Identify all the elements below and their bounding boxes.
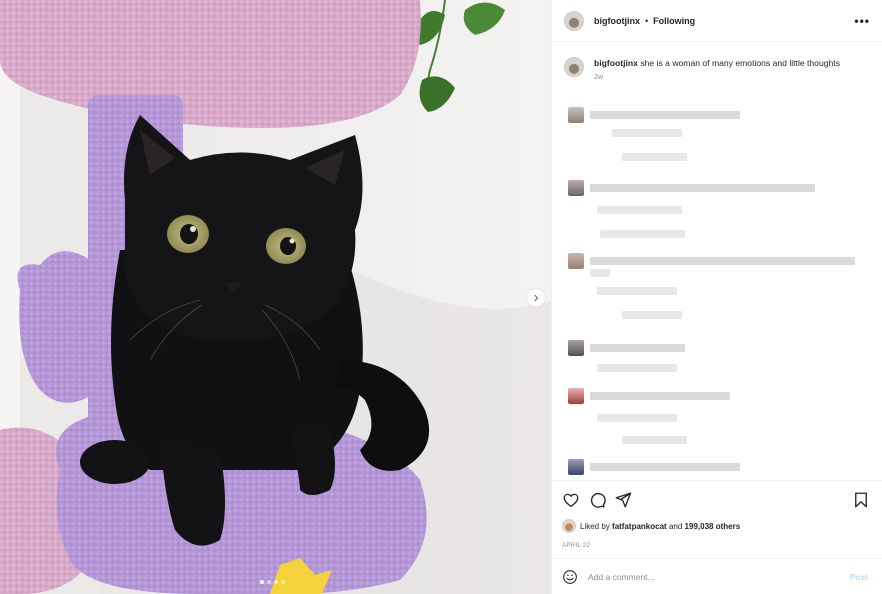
blurred-text (597, 414, 677, 422)
likes-count[interactable]: 199,038 others (685, 522, 741, 531)
blurred-text (597, 287, 677, 295)
post-media[interactable] (0, 0, 551, 594)
comment-input[interactable] (588, 571, 850, 582)
blurred-text (590, 269, 610, 277)
post-comment-button[interactable]: Post (850, 572, 868, 582)
cat-photo (0, 0, 551, 594)
like-button[interactable] (562, 491, 580, 509)
comment-button[interactable] (588, 491, 606, 509)
more-options-button[interactable]: ••• (854, 14, 870, 28)
blurred-text (590, 257, 855, 265)
comments-list[interactable]: bigfootjinx she is a woman of many emoti… (552, 43, 882, 480)
post-date[interactable]: APRIL 22 (562, 542, 872, 549)
caption-text: she is a woman of many emotions and litt… (640, 58, 840, 68)
avatar[interactable] (564, 57, 584, 77)
avatar (568, 180, 584, 196)
share-icon (615, 492, 632, 508)
bookmark-icon (855, 492, 867, 508)
blurred-text (622, 311, 682, 319)
blurred-text (590, 184, 815, 192)
blurred-text (590, 392, 730, 400)
likes-connector: and (668, 521, 683, 531)
caption-username[interactable]: bigfootjinx (594, 58, 638, 68)
username-link[interactable]: bigfootjinx (594, 16, 640, 26)
comment-icon (590, 493, 606, 508)
blurred-text (590, 463, 740, 471)
post-actions: Liked by fatfatpankocat and 199,038 othe… (552, 480, 882, 558)
carousel-indicator (260, 580, 285, 584)
carousel-dot (274, 580, 278, 584)
avatar[interactable] (564, 10, 584, 31)
following-button[interactable]: Following (653, 16, 695, 26)
blurred-text (590, 344, 685, 352)
avatar (568, 253, 584, 269)
post-sidebar: bigfootjinx • Following ••• bigfootjinx … (551, 0, 882, 594)
blurred-text (612, 129, 682, 137)
carousel-next-button[interactable] (527, 289, 545, 307)
carousel-dot (260, 580, 264, 584)
likes-prefix: Liked by (580, 521, 610, 531)
blurred-text (622, 153, 687, 161)
liker-username[interactable]: fatfatpankocat (612, 522, 667, 531)
more-horizontal-icon: ••• (854, 13, 870, 28)
heart-icon (563, 493, 579, 508)
blurred-text (600, 230, 685, 238)
blurred-text (622, 436, 687, 444)
avatar (568, 459, 584, 475)
blurred-text (597, 364, 677, 372)
share-button[interactable] (614, 491, 632, 509)
carousel-dot (267, 580, 271, 584)
emoji-icon (563, 569, 577, 584)
carousel-dot (281, 580, 285, 584)
avatar (568, 107, 584, 123)
blurred-text (590, 111, 740, 119)
chevron-right-icon (534, 294, 539, 302)
save-button[interactable] (852, 491, 870, 509)
blurred-text (597, 206, 682, 214)
separator-dot: • (645, 15, 649, 26)
emoji-button[interactable] (562, 569, 578, 585)
caption: bigfootjinx she is a woman of many emoti… (552, 43, 882, 81)
add-comment-bar: Post (552, 558, 882, 594)
likes-summary: Liked by fatfatpankocat and 199,038 othe… (562, 519, 872, 533)
caption-timestamp: 2w (594, 74, 603, 81)
avatar[interactable] (562, 519, 576, 533)
avatar (568, 340, 584, 356)
post-header: bigfootjinx • Following ••• (552, 0, 882, 42)
avatar (568, 388, 584, 404)
